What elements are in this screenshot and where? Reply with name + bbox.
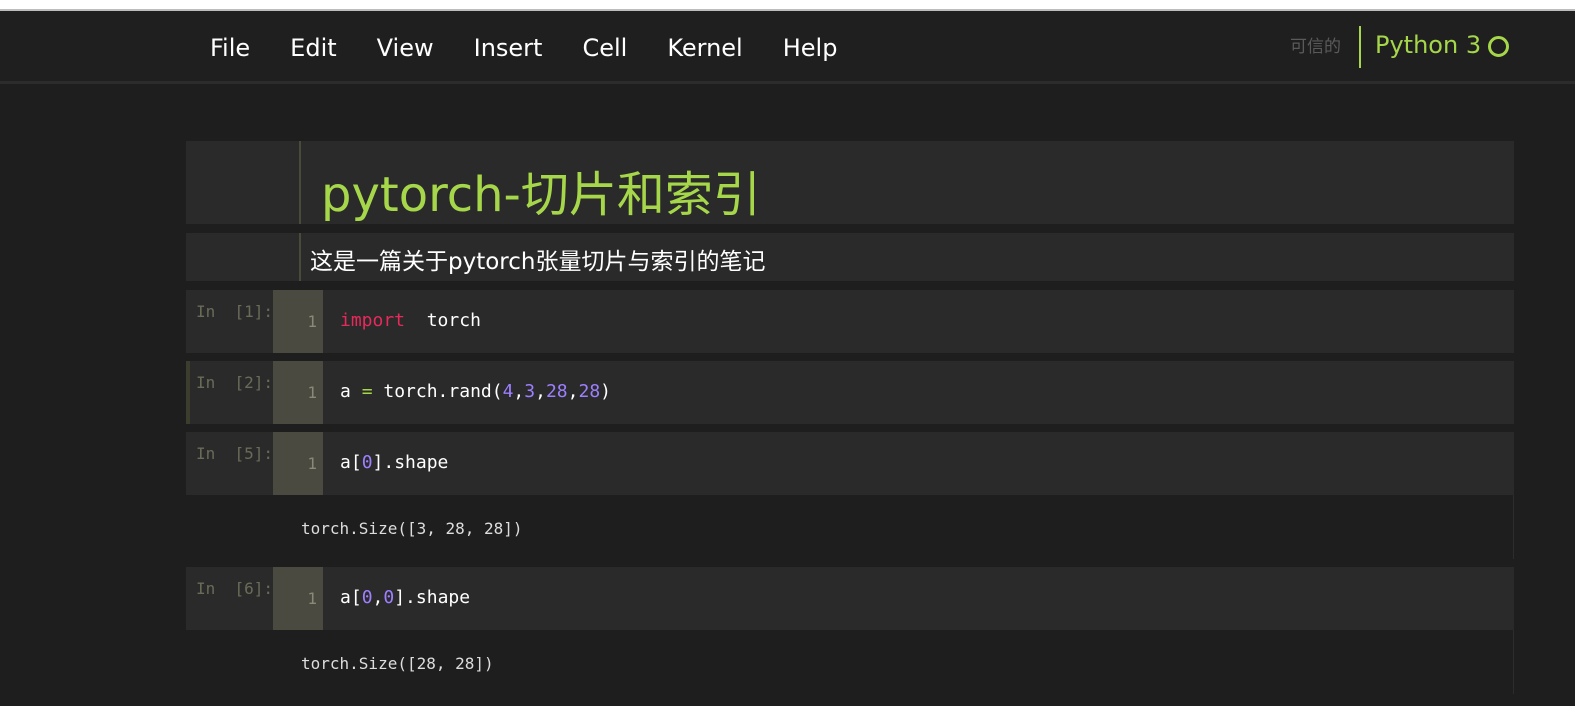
menu-edit[interactable]: Edit	[270, 22, 356, 74]
trusted-indicator[interactable]: 可信的	[1290, 32, 1341, 57]
menu-help[interactable]: Help	[763, 22, 858, 74]
line-gutter: 1	[273, 432, 323, 495]
notebook-description: 这是一篇关于pytorch张量切片与索引的笔记	[310, 249, 766, 275]
markdown-cell-title[interactable]: pytorch-切片和索引	[186, 141, 1514, 224]
input-prompt: In [6]:	[196, 579, 274, 598]
code-text: ].shape	[372, 452, 449, 473]
menu-kernel[interactable]: Kernel	[647, 22, 762, 74]
cell-left-bar	[299, 141, 301, 224]
code-cell[interactable]: In [5]: 1 a[0].shape	[186, 432, 1514, 495]
code-comma: ,	[372, 587, 384, 608]
code-text: torch	[426, 310, 481, 331]
code-number: 28	[578, 381, 601, 402]
menu-view[interactable]: View	[357, 22, 454, 74]
code-editor[interactable]: import torch	[340, 310, 481, 331]
code-text: torch.rand(	[372, 381, 503, 402]
line-number: 1	[307, 454, 317, 473]
line-number: 1	[307, 383, 317, 402]
input-prompt: In [1]:	[196, 302, 274, 321]
code-number: 3	[524, 381, 536, 402]
line-number: 1	[307, 589, 317, 608]
main-menu: File Edit View Insert Cell Kernel Help	[190, 22, 857, 74]
markdown-cell-description[interactable]: 这是一篇关于pytorch张量切片与索引的笔记	[186, 233, 1514, 281]
code-cell[interactable]: In [6]: 1 a[0,0].shape	[186, 567, 1514, 630]
kernel-idle-icon	[1488, 36, 1509, 57]
line-gutter: 1	[273, 361, 323, 424]
code-keyword: import	[340, 310, 406, 331]
cell-left-bar	[299, 233, 301, 281]
code-comma: ,	[567, 381, 579, 402]
code-number: 0	[383, 587, 395, 608]
menubar-border	[0, 81, 1575, 84]
menu-insert[interactable]: Insert	[454, 22, 563, 74]
kernel-divider	[1359, 26, 1361, 68]
input-prompt: In [2]:	[196, 373, 274, 392]
code-text: a[	[340, 452, 362, 473]
kernel-name[interactable]: Python 3	[1375, 31, 1481, 59]
code-text: a	[340, 381, 362, 402]
menu-file[interactable]: File	[190, 22, 270, 74]
code-operator: =	[361, 381, 373, 402]
line-number: 1	[307, 312, 317, 331]
cell-output: torch.Size([3, 28, 28])	[186, 495, 1514, 559]
output-text: torch.Size([3, 28, 28])	[301, 519, 523, 538]
output-edge	[1513, 495, 1514, 559]
code-editor[interactable]: a[0,0].shape	[340, 587, 470, 608]
code-cell[interactable]: In [1]: 1 import torch	[186, 290, 1514, 353]
output-edge	[1513, 630, 1514, 694]
cell-output: torch.Size([28, 28])	[186, 630, 1514, 694]
code-cell[interactable]: In [2]: 1 a = torch.rand(4,3,28,28)	[186, 361, 1514, 424]
code-number: 0	[361, 452, 373, 473]
code-editor[interactable]: a[0].shape	[340, 452, 448, 473]
code-text: )	[600, 381, 612, 402]
code-comma: ,	[535, 381, 546, 402]
code-comma: ,	[513, 381, 525, 402]
output-text: torch.Size([28, 28])	[301, 654, 494, 673]
code-editor[interactable]: a = torch.rand(4,3,28,28)	[340, 381, 611, 402]
line-gutter: 1	[273, 290, 323, 353]
code-text: a[	[340, 587, 362, 608]
menu-cell[interactable]: Cell	[562, 22, 647, 74]
notebook-title: pytorch-切片和索引	[321, 167, 761, 223]
code-number: 4	[502, 381, 514, 402]
line-gutter: 1	[273, 567, 323, 630]
code-text: ].shape	[394, 587, 471, 608]
code-number: 28	[545, 381, 568, 402]
input-prompt: In [5]:	[196, 444, 274, 463]
code-number: 0	[361, 587, 373, 608]
